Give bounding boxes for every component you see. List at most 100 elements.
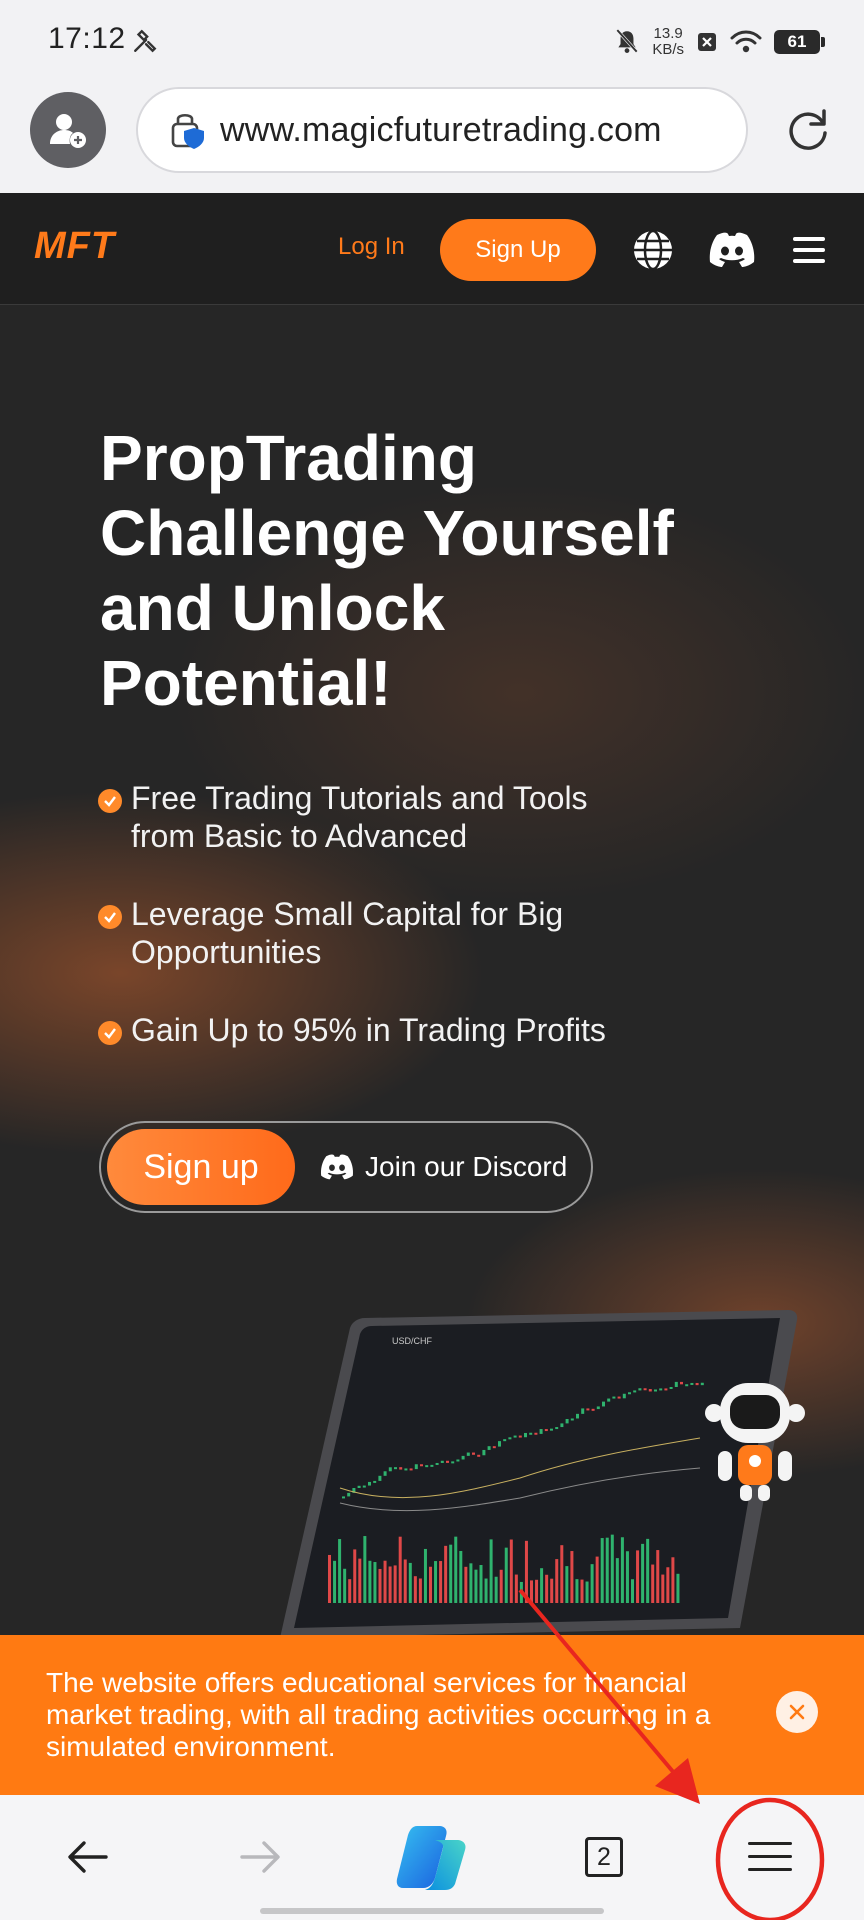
back-arrow-icon xyxy=(68,1841,108,1873)
chart-volume-bar xyxy=(600,1538,604,1603)
chart-candle xyxy=(357,1485,361,1489)
check-icon xyxy=(98,1021,122,1045)
site-navbar: MFT Log In Sign Up xyxy=(0,193,864,305)
chart-volume-bar xyxy=(353,1549,357,1603)
browser-menu-button[interactable] xyxy=(738,1825,802,1889)
mute-bell-icon xyxy=(616,29,639,53)
hero-signup-button[interactable]: Sign up xyxy=(107,1129,295,1205)
chart-candle xyxy=(383,1471,387,1476)
chart-volume-bar xyxy=(418,1578,422,1603)
reload-button[interactable] xyxy=(780,102,836,158)
chart-candle xyxy=(638,1388,642,1391)
copilot-button[interactable] xyxy=(392,1817,472,1897)
chart-volume-bar xyxy=(408,1562,412,1603)
net-speed-unit: KB/s xyxy=(652,41,684,58)
chart-volume-bar xyxy=(514,1574,518,1603)
chart-volume-bar xyxy=(398,1536,402,1603)
chart-candle xyxy=(362,1485,366,1488)
feature-text: Leverage Small Capital for Big Opportuni… xyxy=(131,896,564,970)
login-link[interactable]: Log In xyxy=(338,233,405,261)
chart-candle xyxy=(633,1390,637,1393)
chart-candle xyxy=(628,1392,631,1395)
discord-nav-button[interactable] xyxy=(706,227,758,273)
hero-title: PropTrading Challenge Yourself and Unloc… xyxy=(100,421,740,721)
feature-list: Free Trading Tutorials and Tools from Ba… xyxy=(98,779,658,1089)
status-bar: 17:12 13.9 KB/s 61 xyxy=(0,0,864,80)
chart-candle xyxy=(550,1428,553,1431)
tabs-button[interactable]: 2 xyxy=(572,1825,636,1889)
feature-text: Gain Up to 95% in Trading Profits xyxy=(131,1012,606,1048)
chart-volume-bar xyxy=(570,1551,574,1603)
chart-candle xyxy=(643,1388,647,1391)
chart-candle xyxy=(461,1455,465,1460)
chart-volume-bar xyxy=(499,1569,503,1603)
chart-volume-bar xyxy=(631,1579,634,1603)
discord-icon xyxy=(320,1154,354,1180)
net-speed-value: 13.9 xyxy=(653,25,683,42)
chart-candle xyxy=(388,1467,392,1472)
feature-item: Gain Up to 95% in Trading Profits xyxy=(98,1011,658,1049)
language-button[interactable] xyxy=(630,227,676,273)
chart-volume-bar xyxy=(429,1566,432,1603)
globe-icon xyxy=(634,229,672,271)
chart-volume-bar xyxy=(620,1537,624,1603)
chart-candle xyxy=(347,1492,351,1497)
profile-button[interactable] xyxy=(30,92,106,168)
banner-close-button[interactable] xyxy=(776,1691,818,1733)
site-menu-button[interactable] xyxy=(786,227,832,273)
chart-volume-bar xyxy=(545,1574,549,1603)
chart-volume-bar xyxy=(333,1560,337,1603)
chart-candle xyxy=(498,1441,501,1447)
chart-candle xyxy=(555,1427,559,1430)
chart-candle xyxy=(539,1429,543,1434)
secure-lock-icon xyxy=(171,113,204,149)
close-icon xyxy=(789,1704,805,1720)
site-logo[interactable]: MFT xyxy=(34,225,115,268)
chart-candle xyxy=(669,1386,673,1389)
chart-volume-bar xyxy=(641,1543,645,1603)
chart-candle xyxy=(440,1460,444,1463)
chart-candle xyxy=(581,1408,585,1414)
chart-candle xyxy=(342,1496,345,1499)
nav-signup-button[interactable]: Sign Up xyxy=(440,219,596,281)
join-discord-button[interactable]: Join our Discord xyxy=(319,1123,567,1211)
chart-volume-bar xyxy=(413,1576,417,1603)
chart-volume-bar xyxy=(550,1578,554,1603)
chart-volume-bar xyxy=(565,1566,569,1603)
chart-candle xyxy=(414,1464,418,1470)
browser-bottom-toolbar: 2 xyxy=(0,1795,864,1920)
chart-candle xyxy=(659,1388,663,1391)
sim-off-icon xyxy=(698,33,716,51)
hamburger-menu-icon xyxy=(748,1842,792,1871)
hero-title-line: Potential! xyxy=(100,647,392,719)
back-button[interactable] xyxy=(56,1825,120,1889)
chart-candle xyxy=(472,1452,475,1455)
chart-candle xyxy=(451,1461,455,1464)
chart-volume-bar xyxy=(580,1579,584,1603)
chart-volume-bar xyxy=(348,1579,352,1603)
join-discord-label: Join our Discord xyxy=(365,1151,568,1182)
chart-candle xyxy=(482,1449,486,1456)
chart-volume-bar xyxy=(338,1539,342,1603)
chart-candle xyxy=(378,1475,382,1481)
chart-candle xyxy=(544,1429,548,1432)
chart-volume-bar xyxy=(656,1550,660,1603)
chart-candle xyxy=(674,1381,678,1387)
add-user-icon xyxy=(50,114,86,148)
url-field[interactable]: www.magicfuturetrading.com xyxy=(136,87,748,173)
chart-volume-bar xyxy=(519,1581,523,1603)
chart-candle xyxy=(617,1396,621,1399)
chart-volume-bar xyxy=(666,1567,670,1603)
chart-candle xyxy=(420,1464,423,1467)
tools-icon xyxy=(134,29,157,53)
chart-candle xyxy=(518,1435,522,1438)
forward-arrow-icon xyxy=(240,1841,280,1873)
chart-volume-bar xyxy=(464,1566,468,1603)
chart-candle xyxy=(503,1439,507,1442)
chart-candle xyxy=(534,1432,538,1435)
forward-button[interactable] xyxy=(228,1825,292,1889)
hero-title-line: PropTrading xyxy=(100,422,477,494)
chart-candle xyxy=(399,1467,403,1470)
chart-candle xyxy=(695,1382,699,1386)
chart-volume-bar xyxy=(388,1566,392,1603)
